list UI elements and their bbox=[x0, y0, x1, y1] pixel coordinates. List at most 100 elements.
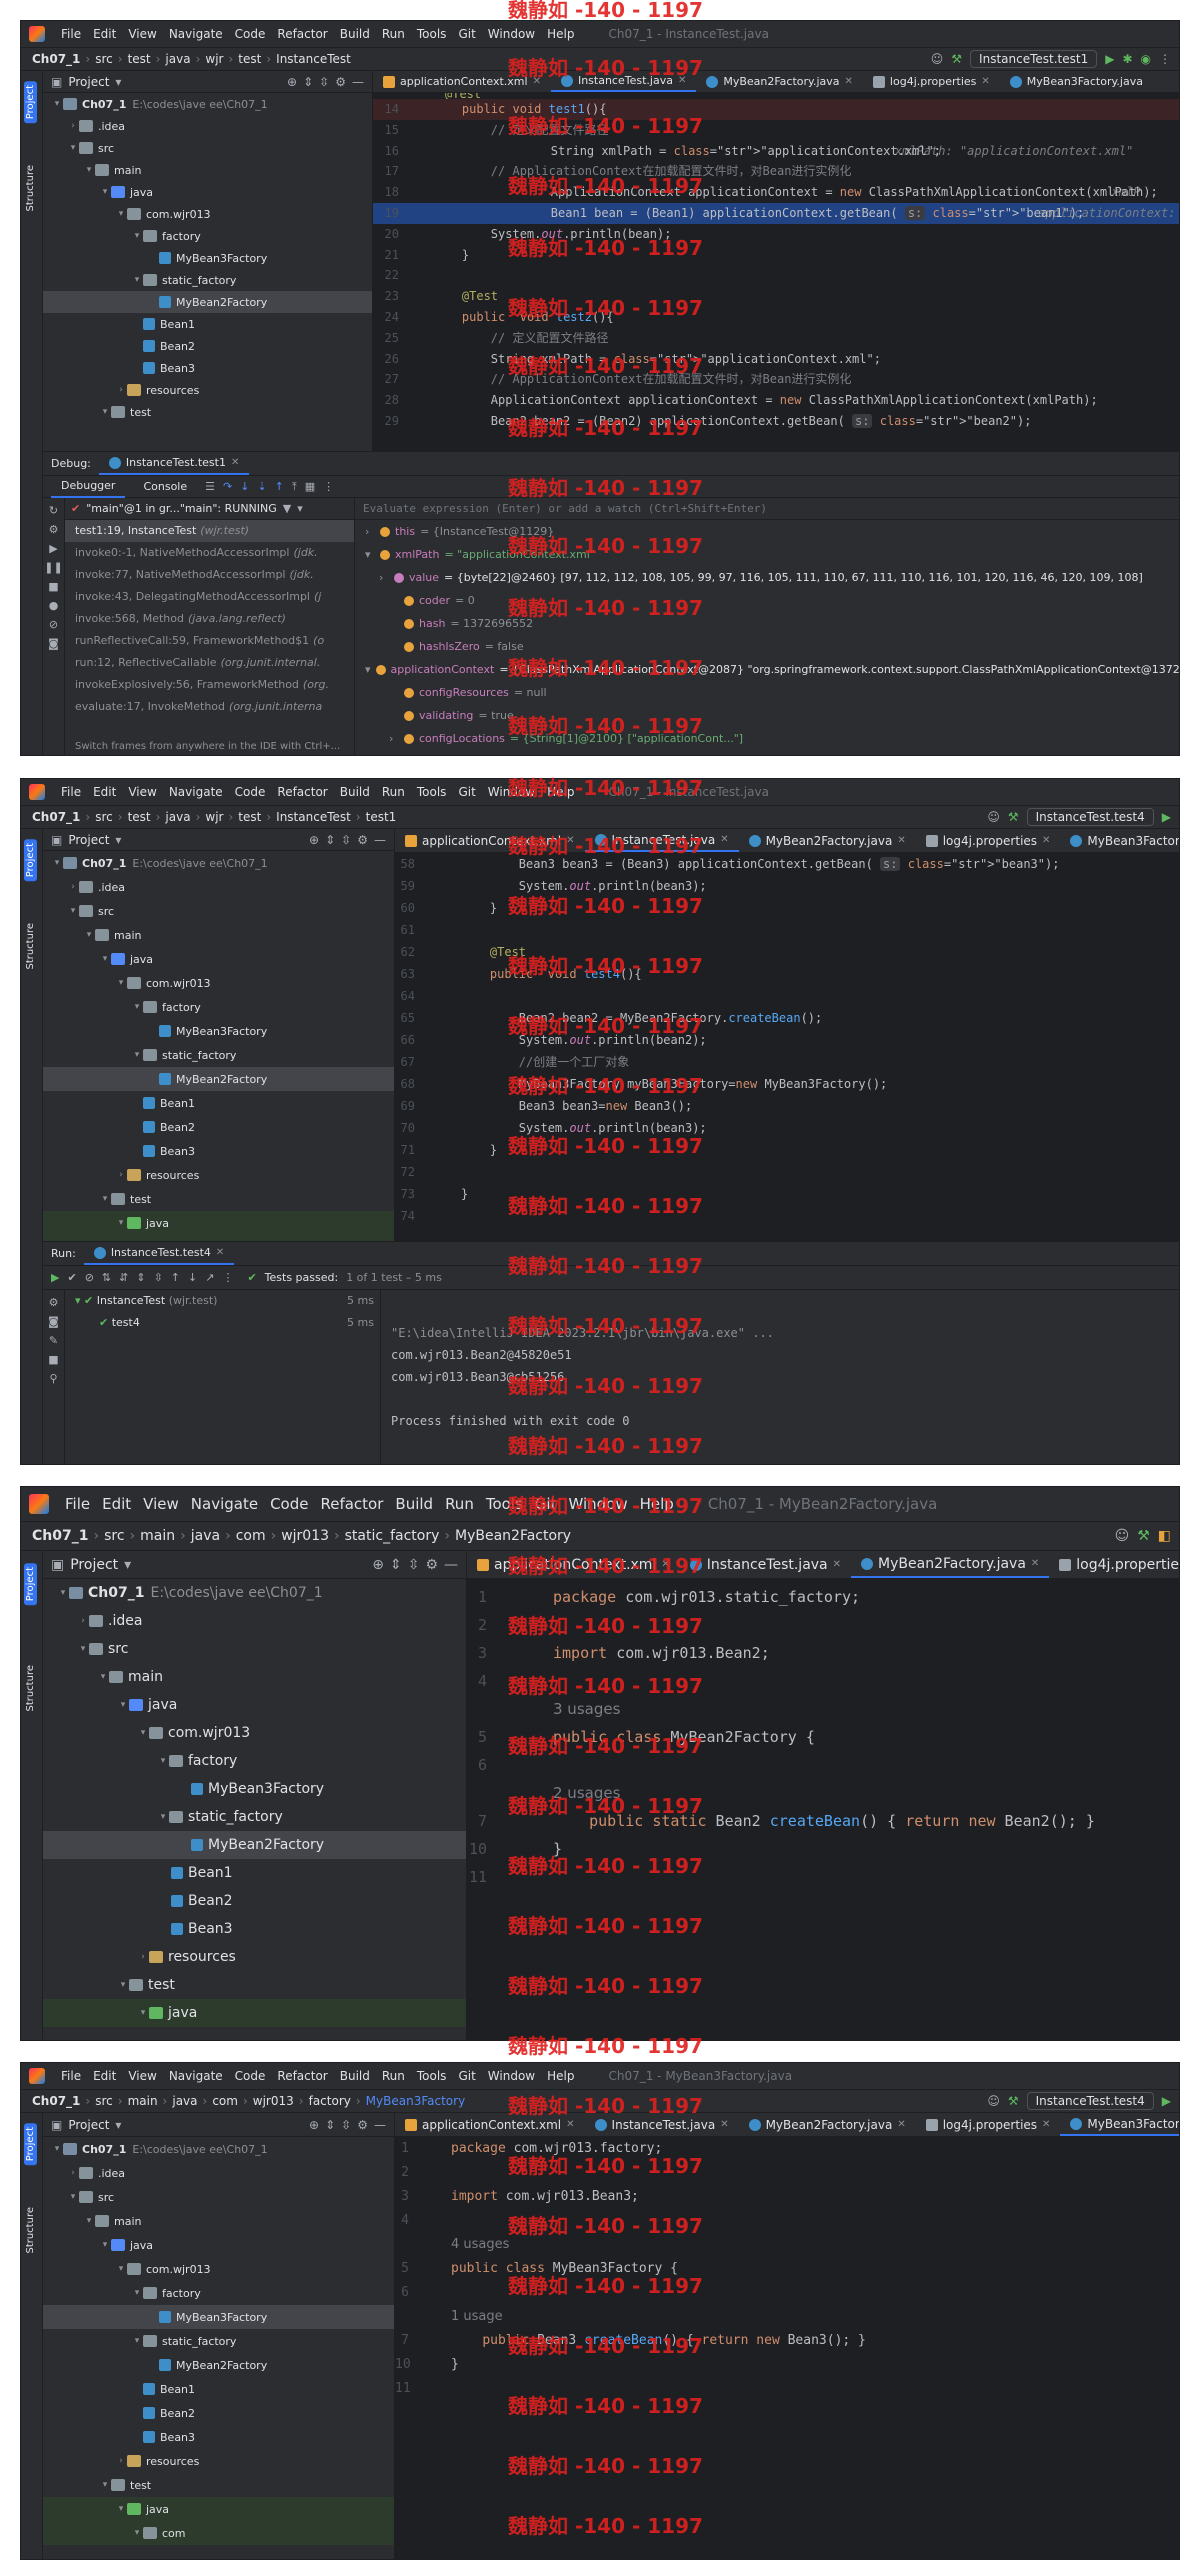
menu-run[interactable]: Run bbox=[376, 785, 411, 799]
run-console[interactable]: "E:\idea\IntelliJ IDEA 2023.2.1\jbr\bin\… bbox=[381, 1290, 1179, 1464]
minimize-icon[interactable]: — bbox=[374, 833, 386, 847]
tree-item-resources[interactable]: › resources bbox=[43, 1163, 394, 1187]
tree-item-factory[interactable]: ▾ factory bbox=[43, 2281, 394, 2305]
sort-duration-icon[interactable]: ⇵ bbox=[119, 1271, 128, 1284]
menu-window[interactable]: Window bbox=[482, 27, 541, 41]
stack-frame[interactable]: test1:19, InstanceTest (wjr.test) bbox=[65, 520, 354, 542]
gear-icon[interactable]: ⚙ bbox=[335, 75, 346, 89]
crumb-class[interactable]: MyBean2Factory bbox=[452, 1528, 574, 1544]
crumb-main[interactable]: main bbox=[137, 1528, 178, 1544]
chevron-down-icon[interactable]: ▾ bbox=[115, 2118, 121, 2132]
run-icon[interactable]: ▶ bbox=[1105, 52, 1114, 66]
tree-item-bean3[interactable]: Bean3 bbox=[43, 2425, 394, 2449]
tree-item-test-java[interactable]: ▾ java bbox=[43, 1211, 394, 1235]
tree-item-src[interactable]: ▾ src bbox=[43, 1635, 466, 1663]
step-out-icon[interactable]: ↑ bbox=[275, 480, 284, 493]
crumb-static-factory[interactable]: static_factory bbox=[342, 1528, 443, 1544]
menu-run[interactable]: Run bbox=[439, 1495, 480, 1513]
run-session-tab[interactable]: InstanceTest.test4 ✕ bbox=[83, 1243, 235, 1265]
user-icon[interactable]: ☺ bbox=[931, 52, 944, 66]
resume-icon[interactable]: ▶ bbox=[43, 542, 64, 555]
menu-build[interactable]: Build bbox=[334, 785, 376, 799]
menu-file[interactable]: File bbox=[55, 785, 87, 799]
tree-item-bean3[interactable]: Bean3 bbox=[43, 357, 372, 379]
menu-tools[interactable]: Tools bbox=[411, 27, 453, 41]
tree-item-test[interactable]: ▾ test bbox=[43, 1187, 394, 1211]
menu-git[interactable]: Git bbox=[452, 785, 481, 799]
evaluate-input[interactable]: Evaluate expression (Enter) or add a wat… bbox=[355, 498, 1179, 520]
stack-frame[interactable]: invoke0:-1, NativeMethodAccessorImpl (jdk… bbox=[65, 542, 354, 564]
stop-icon[interactable]: ■ bbox=[43, 1353, 64, 1366]
tree-item-com[interactable]: ▾com bbox=[43, 2521, 394, 2545]
menu-navigate[interactable]: Navigate bbox=[185, 1495, 264, 1513]
tree-item-test-java[interactable]: ▾ java bbox=[43, 1999, 466, 2027]
crumb-project[interactable]: Ch07_1 bbox=[29, 1528, 91, 1544]
menu-navigate[interactable]: Navigate bbox=[163, 785, 229, 799]
tree-item-static-factory[interactable]: ▾ static_factory bbox=[43, 269, 372, 291]
tree-item-factory[interactable]: ▾ factory bbox=[43, 1747, 466, 1775]
crumb-main[interactable]: main bbox=[125, 2094, 161, 2108]
more-icon[interactable]: ⋮ bbox=[1159, 52, 1171, 66]
crumb-wjr[interactable]: wjr bbox=[202, 52, 226, 66]
up-icon[interactable]: ↑ bbox=[171, 1271, 180, 1284]
target-icon[interactable]: ⊕ bbox=[309, 2118, 319, 2132]
tree-item-package[interactable]: ▾ com.wjr013 bbox=[43, 203, 372, 225]
crumb-java[interactable]: java bbox=[162, 810, 193, 824]
expand-all-icon[interactable]: ⇕ bbox=[136, 1271, 145, 1284]
menu-window[interactable]: Window bbox=[482, 2069, 541, 2083]
mute-breakpoints-icon[interactable]: ⊘ bbox=[43, 618, 64, 631]
crumb-src[interactable]: src bbox=[92, 810, 116, 824]
variable-row[interactable]: coder = 0 bbox=[355, 589, 1179, 612]
crumb-class[interactable]: InstanceTest bbox=[273, 52, 354, 66]
menu-navigate[interactable]: Navigate bbox=[163, 27, 229, 41]
tree-item-main[interactable]: ▾ main bbox=[43, 1663, 466, 1691]
down-icon[interactable]: ↓ bbox=[188, 1271, 197, 1284]
menu-edit[interactable]: Edit bbox=[96, 1495, 137, 1513]
tree-item-bean2[interactable]: Bean2 bbox=[43, 1115, 394, 1139]
tab-mybean2factory[interactable]: MyBean2Factory.java ✕ bbox=[739, 2113, 916, 2136]
collapse-all-icon[interactable]: ⇳ bbox=[341, 2118, 351, 2132]
tree-item-mybean2factory[interactable]: MyBean2Factory bbox=[43, 2353, 394, 2377]
tree-item-idea[interactable]: › .idea bbox=[43, 2161, 394, 2185]
tree-item-java[interactable]: ▾ java bbox=[43, 181, 372, 203]
tree-item-test[interactable]: ▾ test bbox=[43, 401, 372, 423]
structure-tool-button[interactable]: Structure bbox=[24, 1661, 37, 1716]
menu-refactor[interactable]: Refactor bbox=[314, 1495, 389, 1513]
expand-all-icon[interactable]: ⇕ bbox=[325, 833, 335, 847]
tree-item-factory[interactable]: ▾ factory bbox=[43, 225, 372, 247]
tree-item-mybean3factory[interactable]: MyBean3Factory bbox=[43, 247, 372, 269]
expand-all-icon[interactable]: ⇕ bbox=[325, 2118, 335, 2132]
collapse-all-icon[interactable]: ⇳ bbox=[154, 1271, 163, 1284]
tree-item-mybean3factory[interactable]: MyBean3Factory bbox=[43, 1019, 394, 1043]
menu-edit[interactable]: Edit bbox=[87, 27, 122, 41]
force-step-into-icon[interactable]: ⇣ bbox=[257, 480, 266, 493]
gear-icon[interactable]: ⚙ bbox=[357, 2118, 368, 2132]
tree-item-test[interactable]: ▾ test bbox=[43, 1971, 466, 1999]
crumb-src[interactable]: src bbox=[92, 52, 116, 66]
settings-icon[interactable]: ✎ bbox=[43, 1334, 64, 1347]
run-config-icon[interactable]: ◧ bbox=[1158, 1528, 1171, 1544]
hammer-icon[interactable]: ⚒ bbox=[951, 52, 962, 66]
tab-log4j[interactable]: log4j.properties ✕ bbox=[863, 71, 1000, 92]
menu-help[interactable]: Help bbox=[541, 2069, 580, 2083]
hammer-icon[interactable]: ⚒ bbox=[1137, 1528, 1150, 1544]
variable-row[interactable]: › this = {InstanceTest@1129} bbox=[355, 520, 1179, 543]
target-icon[interactable]: ⊕ bbox=[287, 75, 297, 89]
tree-item-src[interactable]: ▾ src bbox=[43, 2185, 394, 2209]
variable-row[interactable]: hash = 1372696552 bbox=[355, 612, 1179, 635]
stack-frame[interactable]: invokeExplosively:56, FrameworkMethod (or… bbox=[65, 674, 354, 696]
step-over-icon[interactable]: ↷ bbox=[223, 480, 232, 493]
user-icon[interactable]: ☺ bbox=[987, 2094, 1000, 2108]
tab-mybean2factory[interactable]: MyBean2Factory.java ✕ bbox=[696, 71, 863, 92]
more-icon[interactable]: ⋮ bbox=[222, 1271, 233, 1284]
tree-item-java[interactable]: ▾ java bbox=[43, 2233, 394, 2257]
menu-code[interactable]: Code bbox=[229, 2069, 272, 2083]
minimize-icon[interactable]: — bbox=[352, 75, 364, 89]
pause-icon[interactable]: ❚❚ bbox=[43, 561, 64, 574]
thread-select[interactable]: ✔ "main"@1 in gr..."main": RUNNING ▼ ▾ bbox=[65, 498, 354, 520]
project-tool-button[interactable]: Project bbox=[24, 81, 37, 124]
debug-icon[interactable]: ✱ bbox=[1122, 52, 1132, 66]
tree-item-root[interactable]: ▾ Ch07_1 E:\codes\jave ee\Ch07_1 bbox=[43, 2137, 394, 2161]
tree-item-bean2[interactable]: Bean2 bbox=[43, 1887, 466, 1915]
run-icon[interactable]: ▶ bbox=[1162, 810, 1171, 824]
